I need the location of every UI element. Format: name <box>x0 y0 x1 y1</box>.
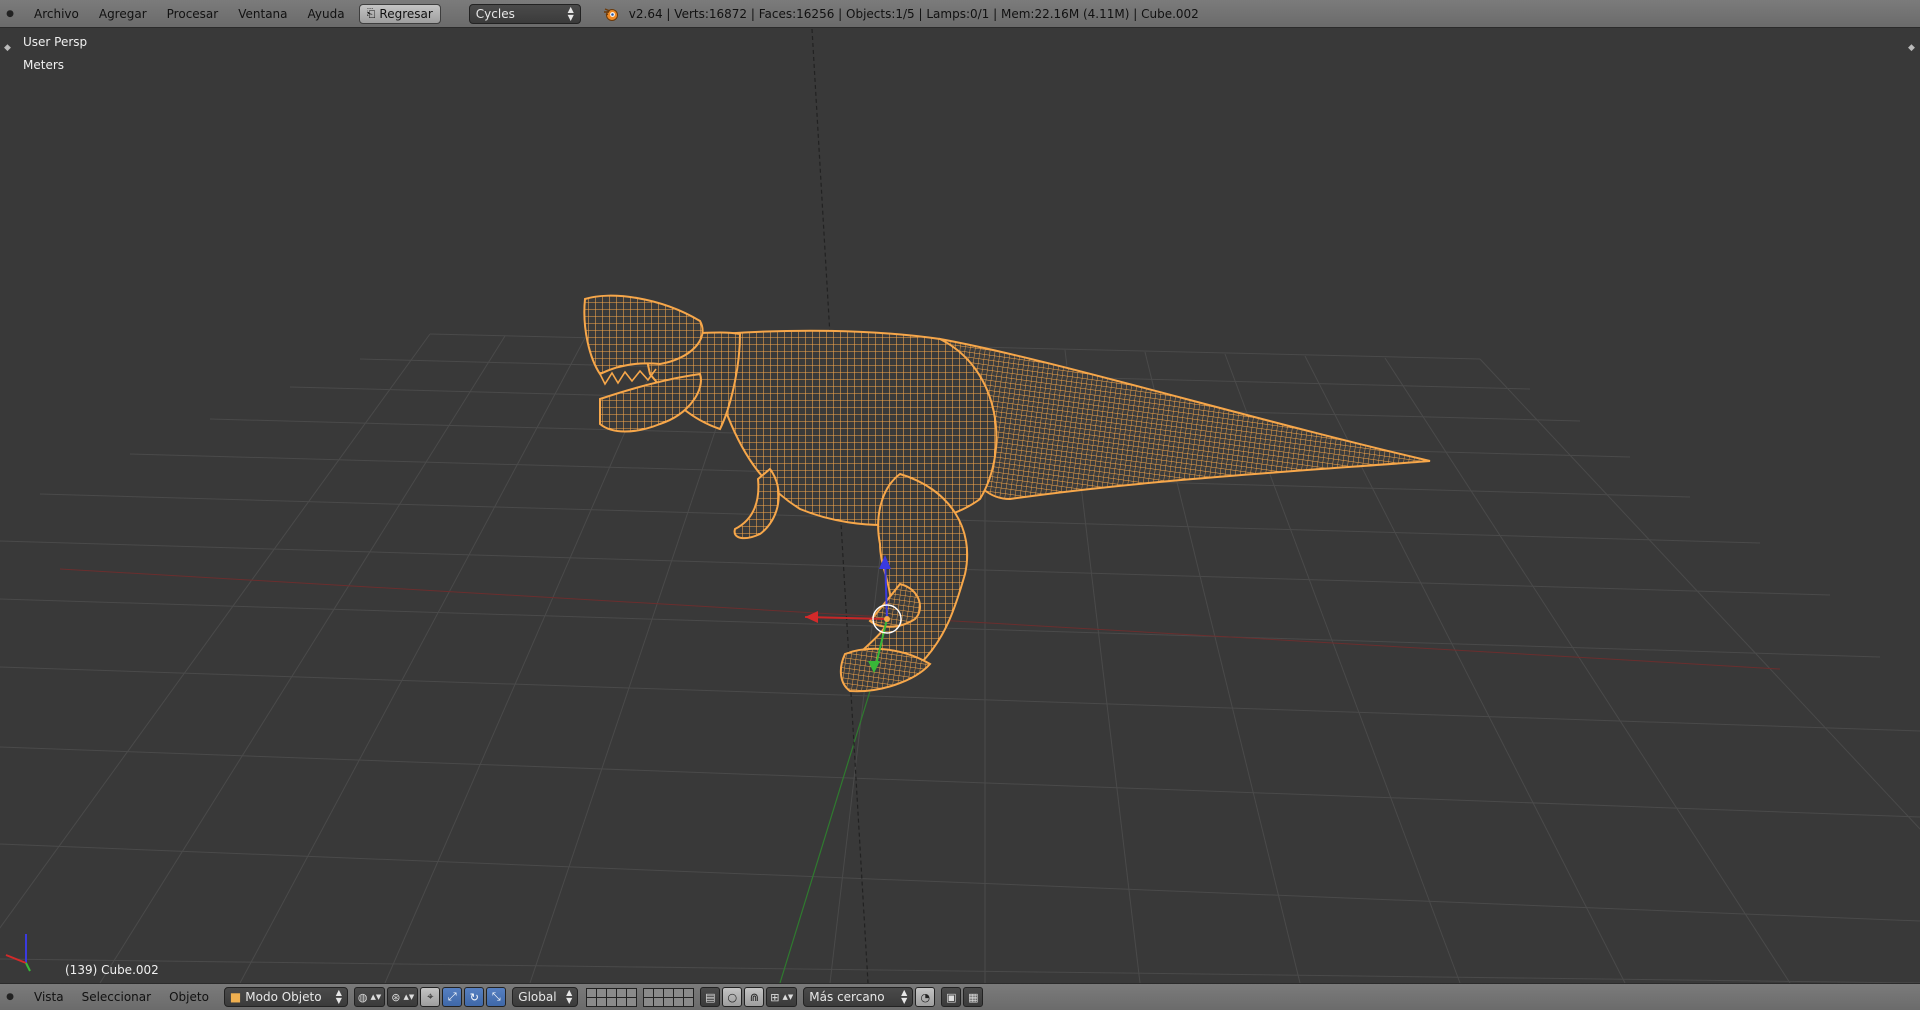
opengl-render-image-button[interactable]: ▣ <box>941 987 962 1007</box>
3d-viewport[interactable]: User Persp Meters (139) Cube.002 ◆ ◆ <box>0 29 1920 983</box>
menu-archivo[interactable]: Archivo <box>20 0 89 28</box>
rotate-icon: ↻ <box>469 990 479 1004</box>
view-units-label: Meters <box>23 58 65 72</box>
cube-icon: ■ <box>229 990 242 1004</box>
active-object-label: (139) Cube.002 <box>65 963 159 977</box>
scene-stats: v2.64 | Verts:16872 | Faces:16256 | Obje… <box>628 6 1199 21</box>
blender-logo-icon <box>603 6 619 22</box>
blender-window: ● Archivo Agregar Procesar Ventana Ayuda… <box>0 0 1920 1010</box>
snap-target-value: Más cercano <box>809 990 885 1004</box>
globe-icon: ◍ <box>357 990 368 1004</box>
editor-type-toggle-icon[interactable]: ● <box>0 983 20 1010</box>
render-engine-value: Cycles <box>475 6 515 21</box>
updown-arrows-icon: ▲ ▼ <box>567 4 574 22</box>
scale-manipulator-button[interactable]: ⤡ <box>486 987 507 1007</box>
menu-seleccionar[interactable]: Seleccionar <box>73 990 160 1004</box>
menu-procesar[interactable]: Procesar <box>157 0 229 28</box>
scale-icon: ⤡ <box>491 990 501 1003</box>
tool-shelf-toggle-icon[interactable]: ◆ <box>4 43 11 53</box>
layer-block-1[interactable] <box>586 987 638 1007</box>
transform-orientation-value: Global <box>518 990 557 1004</box>
scene-layers[interactable] <box>586 987 695 1007</box>
pivot-icon: ⊛ <box>391 990 401 1004</box>
translate-manipulator-button[interactable]: ⤢ <box>442 987 463 1007</box>
3d-view-header: ● Vista Seleccionar Objeto ■ Modo Objeto… <box>0 983 1920 1010</box>
menu-ayuda[interactable]: Ayuda <box>298 0 355 28</box>
menu-agregar[interactable]: Agregar <box>89 0 157 28</box>
snap-element-icon: ⊞ <box>770 990 780 1004</box>
transform-orientation-select[interactable]: Global ▲ ▼ <box>512 987 579 1007</box>
updown-arrows-icon: ▲ ▼ <box>335 988 342 1005</box>
viewport-shading-button[interactable]: ◍ ▲▼ <box>353 987 386 1007</box>
rotate-manipulator-button[interactable]: ↻ <box>464 987 485 1007</box>
snap-toggle-button[interactable]: ⋒ <box>744 987 765 1007</box>
align-rotation-button[interactable]: ◔ <box>915 987 936 1007</box>
viewport-scene <box>0 29 1920 983</box>
menu-ventana[interactable]: Ventana <box>228 0 297 28</box>
layers-icon: ▤ <box>705 990 716 1004</box>
render-engine-select[interactable]: Cycles ▲ ▼ <box>468 3 581 24</box>
camera-icon: ▣ <box>946 990 957 1004</box>
proportional-edit-button[interactable]: ○ <box>722 987 743 1007</box>
align-icon: ◔ <box>920 990 931 1004</box>
magnet-icon: ⋒ <box>749 990 759 1004</box>
interaction-mode-value: Modo Objeto <box>245 990 322 1004</box>
menu-vista[interactable]: Vista <box>20 990 73 1004</box>
manipulator-icon: ⌖ <box>427 990 434 1003</box>
back-button-label: Regresar <box>379 6 433 21</box>
updown-arrows-icon: ▲ ▼ <box>566 988 573 1005</box>
clapper-icon: ▦ <box>968 990 979 1004</box>
updown-arrows-icon: ▲ ▼ <box>901 988 908 1005</box>
snap-target-select[interactable]: Más cercano ▲ ▼ <box>803 987 914 1007</box>
menu-objeto[interactable]: Objeto <box>160 990 218 1004</box>
circle-icon: ○ <box>727 990 738 1004</box>
lock-layers-button[interactable]: ▤ <box>700 987 721 1007</box>
view-perspective-label: User Persp <box>23 35 88 49</box>
interaction-mode-select[interactable]: ■ Modo Objeto ▲ ▼ <box>223 987 348 1007</box>
pivot-point-button[interactable]: ⊛ ▲▼ <box>387 987 419 1007</box>
info-header: ● Archivo Agregar Procesar Ventana Ayuda… <box>0 0 1920 28</box>
snap-element-button[interactable]: ⊞ ▲▼ <box>766 987 798 1007</box>
manipulator-toggle-button[interactable]: ⌖ <box>420 987 441 1007</box>
opengl-render-animation-button[interactable]: ▦ <box>963 987 984 1007</box>
view-axis-gizmo <box>5 934 31 972</box>
translate-arrows-icon: ⤢ <box>447 990 457 1003</box>
back-icon: ⎗ <box>366 6 376 20</box>
layer-block-2[interactable] <box>643 987 695 1007</box>
back-button[interactable]: ⎗ Regresar <box>358 3 441 24</box>
editor-type-toggle-icon[interactable]: ● <box>0 0 20 28</box>
properties-panel-toggle-icon[interactable]: ◆ <box>1908 43 1915 53</box>
